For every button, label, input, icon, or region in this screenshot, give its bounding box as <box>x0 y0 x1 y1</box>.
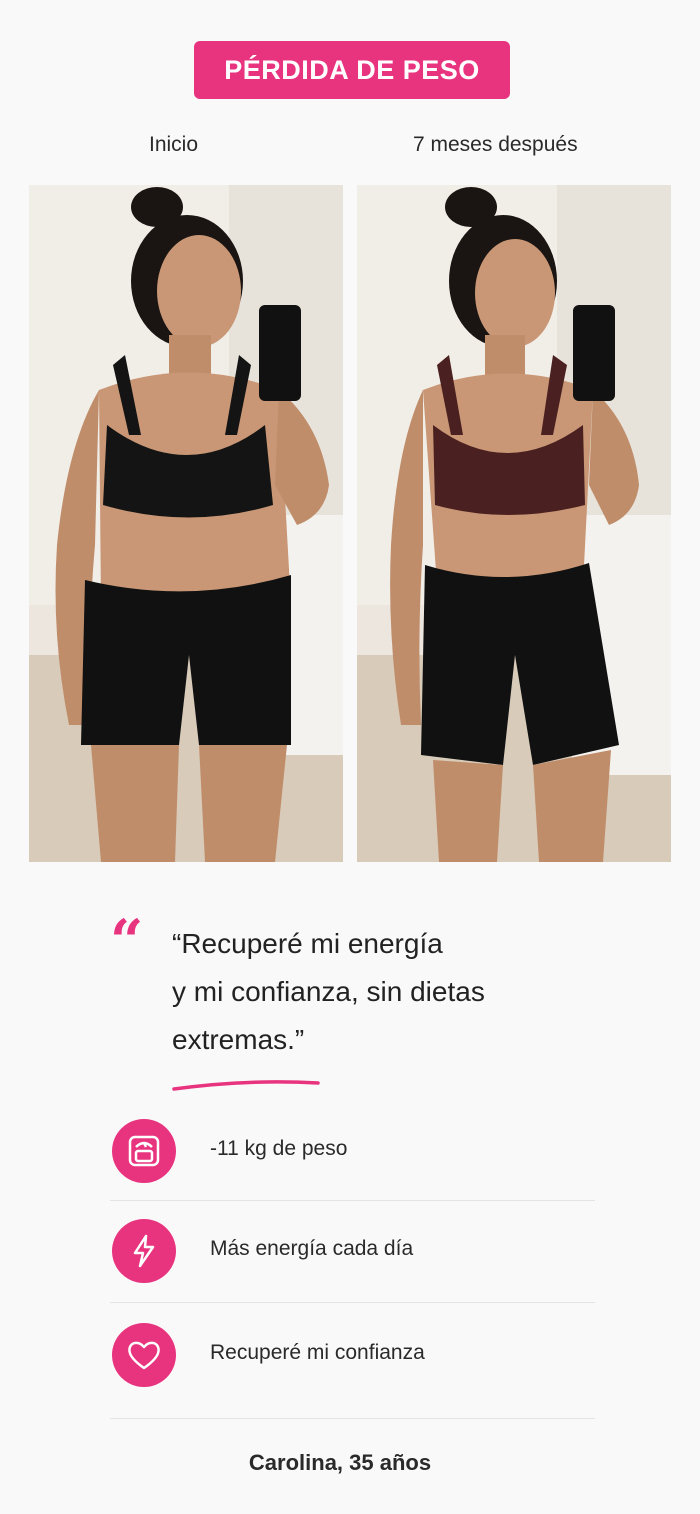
heart-icon <box>112 1323 176 1387</box>
stat-confidence-text: Recuperé mi confianza <box>210 1341 425 1364</box>
testimonial-quote: “Recuperé mi energía y mi confianza, sin… <box>172 920 592 1064</box>
divider <box>110 1302 595 1303</box>
quote-line-3: extremas.” <box>172 1024 305 1055</box>
quote-line-1: “Recuperé mi energía <box>172 928 443 959</box>
before-label: Inicio <box>149 133 199 156</box>
stat-weight-text: -11 kg de peso <box>210 1137 348 1160</box>
divider <box>110 1418 595 1419</box>
stat-row-energy: Más energía cada día <box>110 1219 595 1319</box>
category-badge: PÉRDIDA DE PESO <box>194 41 510 99</box>
stat-energy-text: Más energía cada día <box>210 1237 414 1260</box>
after-photo-illustration <box>357 185 671 862</box>
divider <box>110 1200 595 1201</box>
scale-icon <box>112 1119 176 1183</box>
stat-row-weight: -11 kg de peso <box>110 1119 595 1219</box>
stat-row-confidence: Recuperé mi confianza <box>110 1323 595 1423</box>
after-label: 7 meses después <box>413 133 578 156</box>
testimonial-author: Carolina, 35 años <box>248 1450 432 1475</box>
quote-icon: “ <box>110 907 144 975</box>
before-photo <box>29 185 343 862</box>
quote-underline <box>172 1080 320 1091</box>
after-photo <box>357 185 671 862</box>
before-photo-illustration <box>29 185 343 862</box>
quote-line-2: y mi confianza, sin dietas <box>172 976 485 1007</box>
lightning-icon <box>112 1219 176 1283</box>
